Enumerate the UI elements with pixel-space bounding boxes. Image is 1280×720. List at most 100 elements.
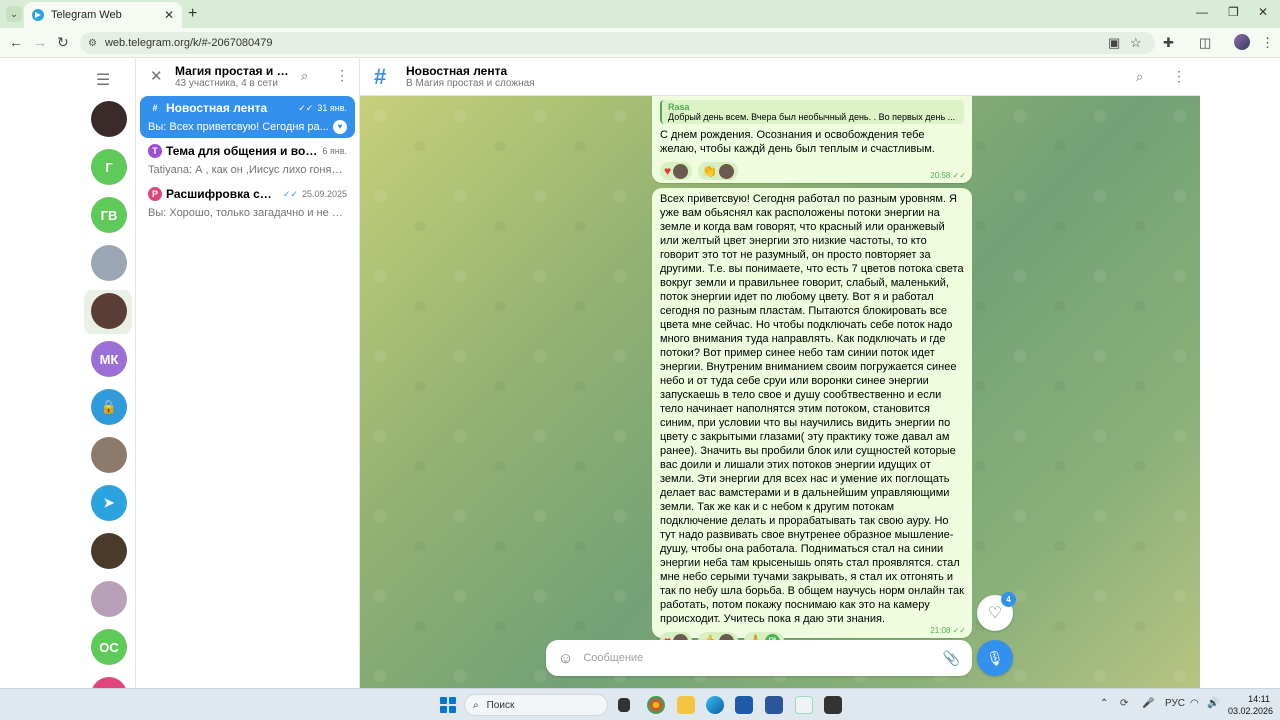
hash-icon: #: [148, 101, 162, 115]
topic-preview: Вы: Всех приветсвую! Сегодня ра...: [148, 121, 329, 133]
back-arrow-icon[interactable]: ←: [9, 34, 23, 50]
chat-avatar-12[interactable]: ОС: [91, 629, 127, 665]
taskbar-search[interactable]: ⌕ Поиск: [464, 694, 608, 716]
chat-header: # Новостная лента В Магия простая и слож…: [360, 58, 1200, 96]
volume-icon[interactable]: 🔊: [1207, 698, 1219, 709]
app-icon-active[interactable]: [795, 696, 813, 714]
url-text: web.telegram.org/k/#-2067080479: [104, 37, 273, 49]
message-bubble[interactable]: Rasa Добрый день всем. Вчера был необычн…: [652, 96, 972, 183]
topic-item-discussion[interactable]: Т Тема для общения и вопрос... 6 янв. Ta…: [140, 139, 355, 181]
chat-avatar-7[interactable]: 🔒: [91, 389, 127, 425]
chat-avatar-2[interactable]: Г: [91, 149, 127, 185]
topics-panel: ✕ Магия простая и сло... 43 участника, 4…: [136, 58, 360, 688]
taskbar-search-label: Поиск: [486, 699, 515, 711]
close-icon[interactable]: ✕: [150, 67, 163, 85]
install-app-icon[interactable]: ▣: [1108, 35, 1120, 51]
chevron-up-icon[interactable]: ⌃: [1100, 698, 1108, 709]
chat-avatar-13[interactable]: [91, 677, 127, 688]
chat-avatar-6[interactable]: МК: [91, 341, 127, 377]
page-margin-right: [1200, 58, 1280, 688]
chat-avatar-5[interactable]: [91, 293, 127, 329]
chrome-icon[interactable]: [647, 696, 665, 714]
chat-avatar-10[interactable]: [91, 533, 127, 569]
browser-tab-bar: ⌄ Telegram Web ✕ + — ❐ ✕: [0, 0, 1280, 28]
chat-title[interactable]: Новостная лента: [406, 64, 507, 78]
chat-avatar-4[interactable]: [91, 245, 127, 281]
topics-header: ✕ Магия простая и сло... 43 участника, 4…: [136, 58, 360, 94]
edge-icon[interactable]: [706, 696, 724, 714]
message-text: С днем рождения. Осознания и освобождени…: [660, 129, 935, 155]
app-icon[interactable]: [765, 696, 783, 714]
app-icon[interactable]: [824, 696, 842, 714]
chat-panel: # Новостная лента В Магия простая и слож…: [360, 58, 1200, 688]
search-icon[interactable]: ⌕: [1136, 69, 1143, 85]
message-bubble[interactable]: Всех приветсвую! Сегодня работал по разн…: [652, 188, 972, 650]
microphone-icon[interactable]: 🎤: [1142, 698, 1154, 709]
new-tab-button[interactable]: +: [188, 5, 197, 23]
tab-close-icon[interactable]: ✕: [164, 8, 174, 22]
search-icon[interactable]: ⌕: [301, 68, 308, 84]
forward-arrow-icon[interactable]: →: [33, 34, 47, 50]
topic-icon: Т: [148, 144, 162, 158]
chat-avatar-11[interactable]: [91, 581, 127, 617]
chat-background: Rasa Добрый день всем. Вчера был необычн…: [360, 96, 1200, 688]
chat-avatar-9[interactable]: ➤: [91, 485, 127, 521]
windows-start-icon[interactable]: [440, 697, 456, 713]
tab-search-menu-button[interactable]: ⌄: [6, 6, 22, 22]
hamburger-menu-icon[interactable]: ☰: [96, 70, 110, 90]
emoji-icon[interactable]: ☺: [558, 650, 573, 667]
browser-tab[interactable]: Telegram Web ✕: [24, 2, 182, 28]
reactions-row: ♥ 👏: [660, 161, 964, 181]
chat-avatar-1[interactable]: [91, 101, 127, 137]
task-view-icon[interactable]: [618, 698, 630, 712]
lock-icon: 🔒: [100, 399, 118, 414]
site-info-icon[interactable]: ⚙: [88, 38, 97, 49]
reply-text: Добрый день всем. Вчера был необычный де…: [668, 112, 956, 122]
telegram-favicon-icon: [32, 9, 44, 21]
bookmark-star-icon[interactable]: ☆: [1130, 35, 1142, 51]
restore-button[interactable]: ❐: [1228, 5, 1239, 19]
more-icon[interactable]: ⋮: [1172, 68, 1186, 85]
language-indicator[interactable]: РУС: [1165, 698, 1185, 709]
reload-icon[interactable]: ↻: [57, 34, 69, 51]
reply-quote[interactable]: Rasa Добрый день всем. Вчера был необычн…: [660, 100, 964, 124]
heart-outline-icon: ♡: [987, 605, 1003, 622]
minimize-button[interactable]: —: [1196, 5, 1208, 19]
message-text: Всех приветсвую! Сегодня работал по разн…: [660, 193, 964, 625]
sync-icon[interactable]: ⟳: [1120, 698, 1128, 709]
attach-paperclip-icon[interactable]: 📎: [943, 650, 960, 667]
reply-author: Rasa: [668, 102, 690, 112]
address-bar[interactable]: ⚙ web.telegram.org/k/#-2067080479: [80, 32, 1155, 54]
extensions-icon[interactable]: ✚: [1163, 35, 1174, 51]
close-window-button[interactable]: ✕: [1258, 5, 1268, 19]
profile-avatar[interactable]: [1234, 34, 1250, 50]
side-panel-icon[interactable]: ◫: [1199, 35, 1211, 51]
browser-menu-icon[interactable]: ⋮: [1261, 35, 1274, 51]
chat-avatar-8[interactable]: [91, 437, 127, 473]
file-explorer-icon[interactable]: [677, 696, 695, 714]
voice-record-button[interactable]: 🎙: [977, 640, 1013, 676]
reaction-clap[interactable]: 👏: [698, 162, 739, 180]
read-checkmarks-icon: ✓✓: [298, 102, 314, 113]
message-input[interactable]: [583, 652, 943, 664]
chat-avatar-3[interactable]: ГВ: [91, 197, 127, 233]
hash-icon: #: [374, 64, 387, 89]
chat-subtitle: В Магия простая и сложная: [406, 78, 535, 89]
avatar: [673, 163, 689, 179]
topic-date: 25.09.2025: [301, 189, 347, 199]
heart-icon: ♥: [664, 164, 672, 178]
wifi-icon[interactable]: ◠: [1190, 698, 1199, 709]
topic-date: 31 янв.: [317, 103, 347, 113]
topic-name: Новостная лента: [166, 101, 268, 115]
reaction-heart[interactable]: ♥: [660, 162, 693, 180]
topic-item-news[interactable]: # Новостная лента ✓✓ 31 янв. Вы: Всех пр…: [140, 96, 355, 138]
topic-preview: Tatiyana: А , как он ,Иисус лихо гонял .…: [148, 164, 347, 176]
group-subtitle: 43 участника, 4 в сети: [175, 78, 278, 89]
store-icon[interactable]: [735, 696, 753, 714]
group-title: Магия простая и сло...: [175, 64, 295, 78]
avatar: [719, 163, 735, 179]
topic-item-dreams[interactable]: Р Расшифровка снов. П... ✓✓ 25.09.2025 В…: [140, 182, 355, 224]
taskbar-clock[interactable]: 14:11 03.02.2026: [1228, 693, 1273, 717]
more-icon[interactable]: ⋮: [335, 67, 349, 84]
browser-toolbar: ← → ↻ ⚙ web.telegram.org/k/#-2067080479 …: [0, 28, 1280, 58]
